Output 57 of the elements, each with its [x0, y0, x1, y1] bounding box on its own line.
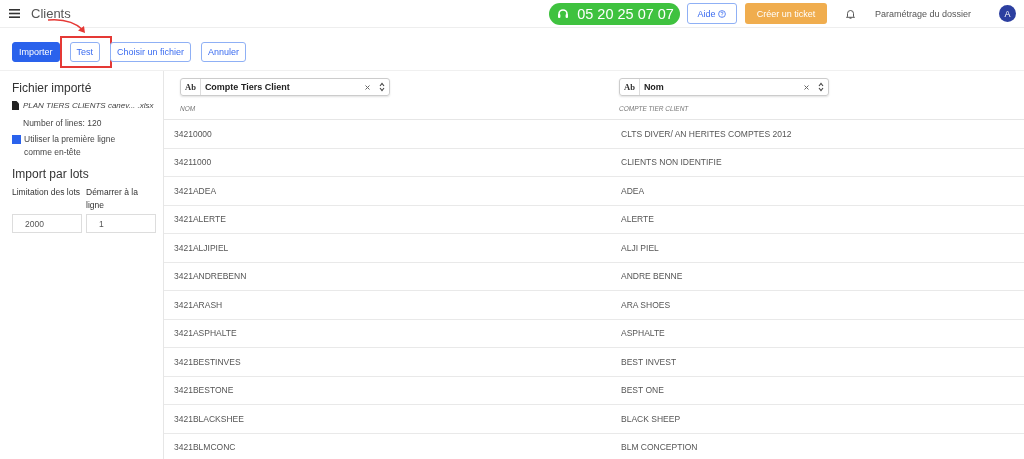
field-label: Démarrer à la ligne — [86, 186, 139, 212]
column-select[interactable]: Ab Compte Tiers Client — [180, 78, 390, 96]
table-cell-text: ASPHALTE — [620, 328, 666, 339]
type-badge: Ab — [620, 79, 640, 95]
headset-icon — [557, 7, 570, 20]
user-avatar[interactable]: A — [999, 5, 1016, 22]
line-count: Number of lines: 120 — [22, 118, 103, 128]
toolbar-button[interactable]: Test — [69, 41, 101, 62]
clear-icon[interactable] — [365, 84, 370, 90]
column-select[interactable]: Ab Nom — [619, 78, 829, 96]
number-field[interactable]: 2000 — [12, 214, 82, 233]
table-cell-text: 3421ADEA — [173, 185, 218, 196]
settings-link[interactable]: Paramétrage du dossier — [874, 8, 971, 19]
toolbar-button[interactable]: Choisir un fichier — [110, 41, 192, 62]
select-value: Nom — [642, 82, 665, 92]
select-value: Compte Tiers Client — [203, 82, 291, 92]
toolbar-button[interactable]: Importer — [12, 41, 60, 62]
file-name: PLAN TIERS CLIENTS canev... .xlsx — [23, 101, 154, 110]
help-button[interactable]: Aide — [686, 3, 737, 24]
file-icon — [12, 101, 19, 110]
table-cell-text: ADEA — [620, 185, 646, 196]
header-checkbox[interactable] — [12, 135, 21, 144]
table-cell-text: 3421ALJIPIEL — [173, 242, 230, 253]
table-cell-text: ANDRE BENNE — [620, 271, 684, 282]
table-cell-text: BLM CONCEPTION — [620, 442, 699, 453]
table-cell-text: 34210000 — [173, 128, 213, 139]
table-cell-text: BEST ONE — [620, 385, 665, 396]
clear-icon[interactable] — [804, 84, 809, 90]
table-cell-text: 3421ALERTE — [173, 214, 227, 225]
number-field[interactable]: 1 — [86, 214, 156, 233]
section-heading: Import par lots — [12, 167, 90, 181]
table-cell-text: 3421ASPHALTE — [173, 328, 238, 339]
table-cell-text: 3421ARASH — [173, 299, 224, 310]
table-cell-text: ALERTE — [620, 214, 655, 225]
table-cell-text: 3421BLMCONC — [173, 442, 237, 453]
page-title: Clients — [31, 6, 71, 21]
field-label: Limitation des lots — [12, 186, 82, 199]
menu-icon[interactable] — [9, 9, 20, 18]
table-cell-text: BEST INVEST — [620, 356, 678, 367]
toolbar-button[interactable]: Annuler — [201, 41, 247, 62]
table-cell-text: 3421BESTONE — [173, 385, 235, 396]
table-cell-text: ARA SHOES — [620, 299, 672, 310]
section-heading: Fichier importé — [12, 81, 93, 95]
question-icon — [718, 9, 727, 18]
table-cell-text: CLTS DIVER/ AN HERITES COMPTES 2012 — [620, 128, 793, 139]
table-cell-text: 3421ANDREBENN — [173, 271, 248, 282]
table-cell-text: 34211000 — [173, 157, 213, 168]
checkbox-label: Utiliser la première ligne comme en-tête — [24, 133, 117, 159]
notification-bell-icon[interactable] — [845, 8, 855, 19]
table-cell-text: 3421BESTINVES — [173, 356, 242, 367]
chevron-updown-icon[interactable] — [818, 82, 824, 92]
table-cell-text: BLACK SHEEP — [620, 413, 682, 424]
table-cell-text: ALJI PIEL — [620, 242, 660, 253]
chevron-updown-icon[interactable] — [379, 82, 385, 92]
table-cell-text: 3421BLACKSHEE — [173, 413, 245, 424]
type-badge: Ab — [181, 79, 201, 95]
table-cell-text: CLIENTS NON IDENTIFIE — [620, 157, 723, 168]
